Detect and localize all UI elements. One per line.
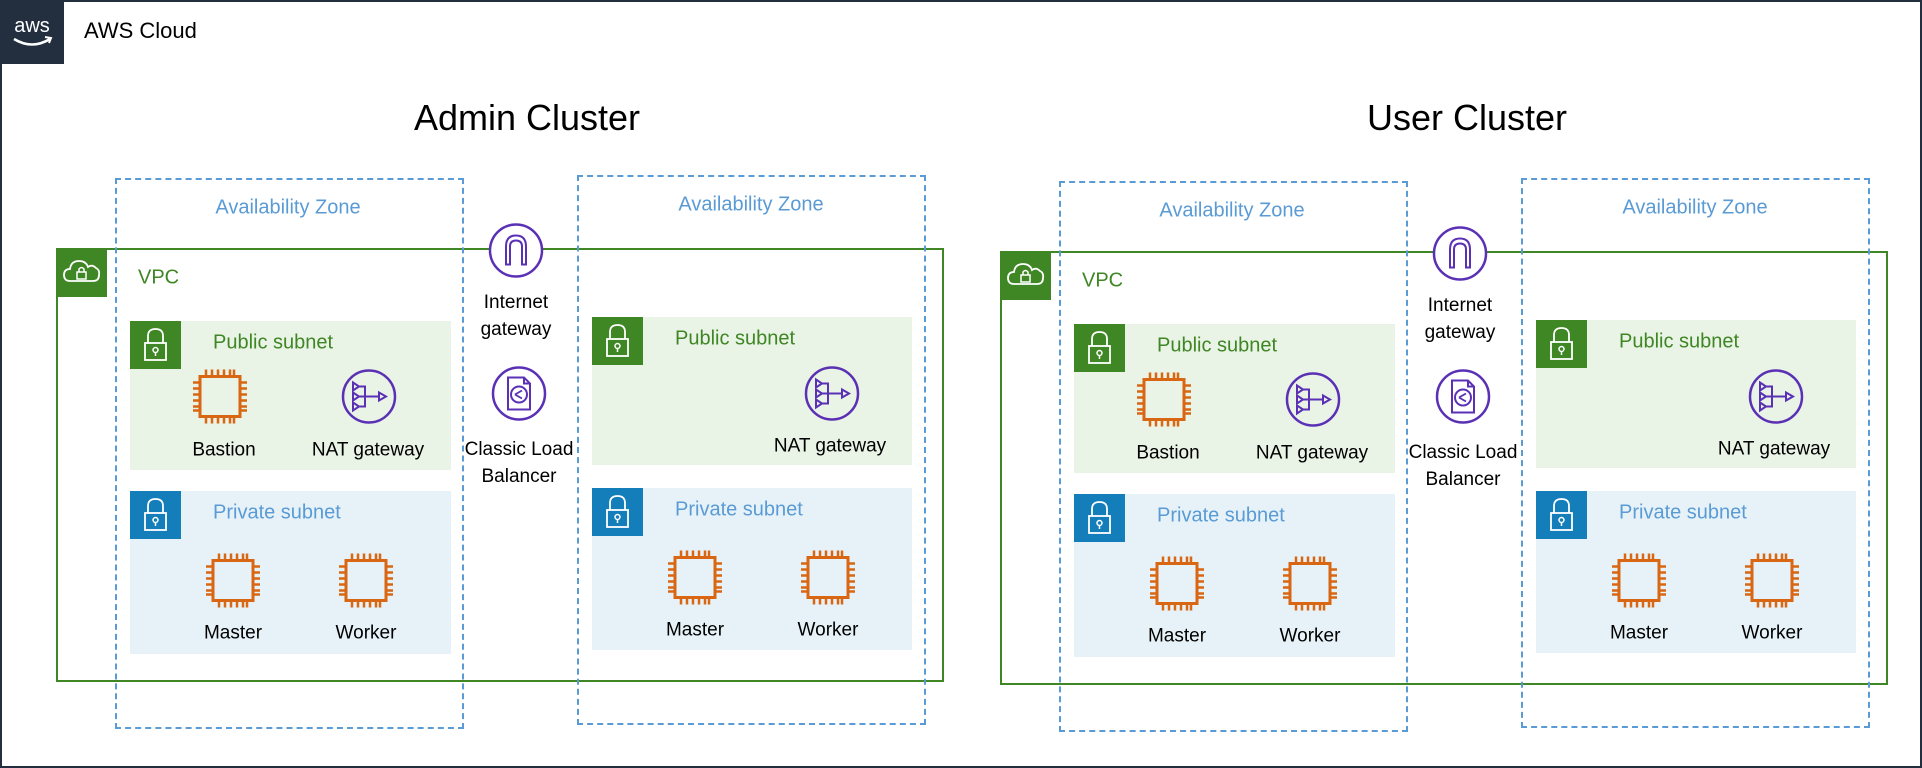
private-subnet: Private subnet Master Worker	[1074, 494, 1395, 657]
public-subnet-icon-box	[1536, 320, 1587, 368]
private-subnet-label: Private subnet	[1619, 501, 1747, 524]
internet-gateway-icon	[1432, 226, 1488, 287]
nat-gateway-label: NAT gateway	[1255, 442, 1369, 464]
nat-gateway-icon	[341, 369, 397, 430]
classic-load-balancer-icon	[491, 366, 547, 427]
public-subnet-label: Public subnet	[213, 331, 334, 354]
internet-gateway-icon	[488, 223, 544, 284]
public-subnet-label: Public subnet	[675, 327, 796, 350]
bastion-label: Bastion	[1136, 442, 1200, 464]
classic-load-balancer-icon	[1435, 369, 1491, 430]
lock-icon	[1550, 498, 1573, 531]
lock-icon	[144, 498, 167, 531]
public-subnet: Public subnet Bastion NAT gateway	[130, 321, 451, 470]
ec2-instance-icon	[799, 549, 857, 612]
nat-gateway-label: NAT gateway	[773, 435, 887, 457]
public-subnet-icon-box	[592, 317, 643, 365]
vpc-cloud-lock-icon	[63, 260, 101, 282]
private-subnet-icon-box	[592, 488, 643, 536]
availability-zone-label: Availability Zone	[678, 193, 824, 216]
private-subnet: Private subnet Master Worker	[592, 488, 912, 650]
ec2-instance-icon	[1610, 552, 1668, 615]
public-subnet-label: Public subnet	[1157, 334, 1278, 357]
ec2-instance-icon	[1148, 555, 1206, 618]
ec2-instance-icon	[1743, 552, 1801, 615]
aws-cloud-title: AWS Cloud	[84, 18, 197, 43]
internet-gateway-label: Internet gateway	[480, 292, 552, 340]
ec2-instance-icon	[337, 552, 395, 615]
lock-icon	[144, 328, 167, 361]
nat-gateway-icon	[1748, 369, 1804, 430]
worker-label: Worker	[1279, 625, 1341, 647]
lock-icon	[606, 324, 629, 357]
bastion-label: Bastion	[192, 439, 256, 461]
nat-gateway-icon	[804, 366, 860, 427]
ec2-instance-icon	[666, 549, 724, 612]
private-subnet-icon-box	[1536, 491, 1587, 539]
private-subnet-icon-box	[1074, 494, 1125, 542]
private-subnet-label: Private subnet	[675, 498, 803, 521]
cluster-title: User Cluster	[1366, 97, 1568, 138]
worker-label: Worker	[335, 622, 397, 644]
lock-icon	[1088, 501, 1111, 534]
private-subnet-icon-box	[130, 491, 181, 539]
master-label: Master	[1147, 625, 1207, 647]
aws-logo-icon: aws	[13, 15, 53, 46]
public-subnet-icon-box	[1074, 324, 1125, 372]
lock-icon	[1088, 331, 1111, 364]
public-subnet-icon-box	[130, 321, 181, 369]
availability-zone-label: Availability Zone	[1622, 196, 1768, 219]
private-subnet-label: Private subnet	[1157, 504, 1285, 527]
aws-logo: aws	[0, 0, 64, 64]
private-subnet: Private subnet Master Worker	[1536, 491, 1856, 653]
ec2-instance-icon	[191, 368, 249, 431]
ec2-instance-icon	[1135, 371, 1193, 434]
public-subnet: Public subnet Bastion NAT gateway	[1074, 324, 1395, 473]
ec2-instance-icon	[204, 552, 262, 615]
private-subnet-label: Private subnet	[213, 501, 341, 524]
internet-gateway-label: Internet gateway	[1424, 295, 1496, 343]
lock-icon	[606, 495, 629, 528]
lb-label-line1: Classic Load	[1408, 442, 1518, 463]
vpc-icon-box	[56, 248, 107, 297]
classic-load-balancer-label: Classic Load Balancer	[465, 436, 574, 490]
public-subnet: Public subnet NAT gateway	[1536, 320, 1856, 468]
svg-text:aws: aws	[14, 15, 50, 37]
lb-label-line2: Balancer	[1425, 469, 1501, 490]
lb-label-line1: Classic Load	[464, 439, 574, 460]
nat-gateway-icon	[1285, 372, 1341, 433]
lb-label-line2: Balancer	[481, 466, 557, 487]
public-subnet-label: Public subnet	[1619, 330, 1740, 353]
worker-label: Worker	[797, 619, 859, 641]
vpc-icon-box	[1000, 251, 1051, 300]
ec2-instance-icon	[1281, 555, 1339, 618]
master-label: Master	[665, 619, 725, 641]
worker-label: Worker	[1741, 622, 1803, 644]
master-label: Master	[1609, 622, 1669, 644]
vpc-cloud-lock-icon	[1007, 263, 1045, 285]
nat-gateway-label: NAT gateway	[311, 439, 425, 461]
availability-zone-label: Availability Zone	[215, 196, 361, 219]
lock-icon	[1550, 327, 1573, 360]
master-label: Master	[203, 622, 263, 644]
classic-load-balancer-label: Classic Load Balancer	[1409, 439, 1518, 493]
nat-gateway-label: NAT gateway	[1717, 438, 1831, 460]
private-subnet: Private subnet Master Worker	[130, 491, 451, 654]
availability-zone-label: Availability Zone	[1159, 199, 1305, 222]
cluster-title: Admin Cluster	[413, 97, 641, 138]
public-subnet: Public subnet NAT gateway	[592, 317, 912, 465]
